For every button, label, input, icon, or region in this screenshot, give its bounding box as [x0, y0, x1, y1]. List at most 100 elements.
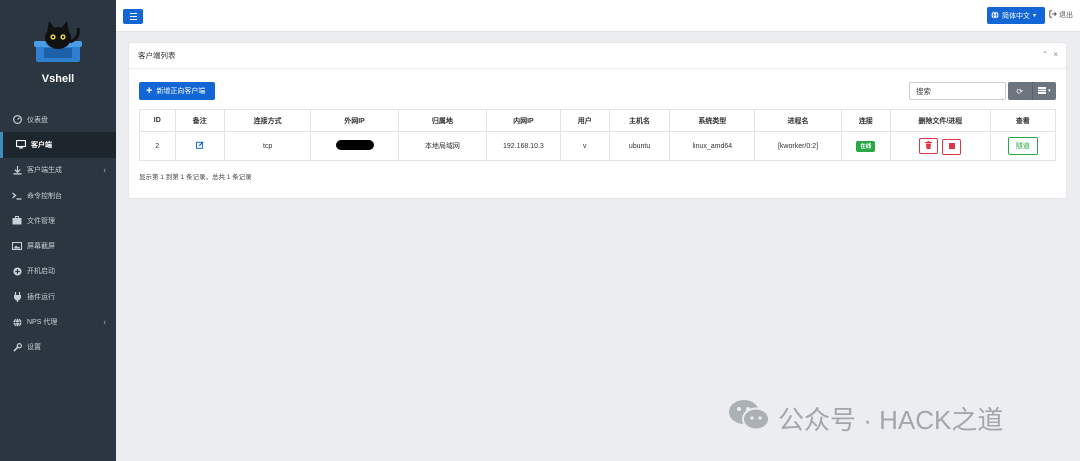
- cell-os-type: linux_amd64: [669, 131, 756, 161]
- logout-label: 退出: [1059, 12, 1073, 19]
- col-os-type[interactable]: 系统类型: [669, 109, 756, 132]
- sidebar-item-startup[interactable]: 开机启动: [0, 259, 116, 284]
- chevron-left-icon: ‹: [103, 317, 106, 327]
- card-tools: ⌃ ×: [1042, 50, 1058, 59]
- globe-icon: [991, 10, 999, 21]
- cell-internal-ip: 192.168.10.3: [486, 131, 561, 161]
- sidebar-item-label: 命令控制台: [27, 192, 62, 200]
- sidebar-item-screenshot[interactable]: 屏幕截屏: [0, 233, 116, 258]
- sidebar-item-label: 插件运行: [27, 293, 55, 301]
- table-tool-buttons: ⟳ ▾: [1008, 82, 1056, 100]
- sidebar-item-dashboard[interactable]: 仪表盘: [0, 107, 116, 132]
- cell-remark: [174, 131, 225, 161]
- caret-down-icon: ▾: [1033, 13, 1037, 19]
- sidebar-item-label: 设置: [27, 344, 41, 352]
- col-external-ip[interactable]: 外网IP: [310, 109, 399, 132]
- col-location[interactable]: 归属地: [397, 109, 488, 132]
- search-input[interactable]: 搜索: [909, 82, 1006, 100]
- chevron-left-icon: ‹: [103, 165, 106, 175]
- col-internal-ip[interactable]: 内网IP: [486, 109, 561, 132]
- sidebar-item-label: 开机启动: [27, 268, 55, 276]
- sidebar-nav: 仪表盘 客户端 客户端生成 ‹ 命令控制台 文件管理 屏幕截屏 开机启动 插件运…: [0, 107, 116, 360]
- language-dropdown[interactable]: 简体中文 ▾: [987, 7, 1045, 24]
- watermark: 公众号 · HACK之道: [728, 398, 1003, 439]
- table-header-row: ID 备注 连接方式 外网IP 归属地 内网IP 用户 主机名 系统类型 进程名…: [139, 109, 1057, 132]
- refresh-button[interactable]: ⟳: [1008, 82, 1032, 100]
- cell-process: [kworker/0:2]: [754, 131, 842, 161]
- caret-down-icon: ▾: [1047, 88, 1051, 94]
- sidebar-item-nps-proxy[interactable]: NPS 代理 ‹: [0, 309, 116, 334]
- close-icon[interactable]: ×: [1053, 50, 1058, 59]
- sidebar-item-clients[interactable]: 客户端: [0, 132, 116, 158]
- collapse-icon[interactable]: ⌃: [1042, 50, 1049, 59]
- col-user[interactable]: 用户: [559, 109, 610, 132]
- sidebar-item-label: NPS 代理: [27, 319, 58, 327]
- cell-id: 2: [139, 131, 176, 161]
- sidebar: Vshell 仪表盘 客户端 客户端生成 ‹ 命令控制台 文件管理 屏幕截屏 开…: [0, 0, 116, 461]
- tunnel-button[interactable]: 隧道: [1007, 137, 1038, 155]
- brand-name: Vshell: [41, 73, 75, 85]
- dashboard-icon: [12, 115, 22, 125]
- trash-icon: [925, 140, 933, 151]
- sidebar-item-label: 屏幕截屏: [27, 243, 55, 251]
- sidebar-item-label: 客户端生成: [27, 167, 62, 175]
- kill-process-button[interactable]: [942, 138, 962, 155]
- terminal-icon: [12, 191, 22, 201]
- plus-circle-icon: [12, 266, 22, 276]
- cell-user: v: [559, 131, 610, 161]
- stop-icon: [948, 142, 955, 151]
- sidebar-item-client-generate[interactable]: 客户端生成 ‹: [0, 158, 116, 183]
- logout-link[interactable]: 退出: [1049, 10, 1073, 20]
- status-badge: 在线: [856, 140, 876, 152]
- sidebar-item-command-console[interactable]: 命令控制台: [0, 183, 116, 208]
- sidebar-item-label: 客户端: [31, 141, 52, 149]
- sidebar-item-file-manager[interactable]: 文件管理: [0, 208, 116, 233]
- add-forward-client-button[interactable]: + 新增正向客户端: [139, 82, 215, 100]
- cell-location: 本地局域网: [397, 131, 488, 161]
- plug-icon: [12, 291, 22, 302]
- sidebar-item-label: 文件管理: [27, 217, 55, 225]
- briefcase-icon: [12, 216, 22, 226]
- sidebar-item-label: 仪表盘: [27, 116, 48, 124]
- cell-external-ip: [310, 131, 399, 161]
- menu-toggle-button[interactable]: [123, 9, 143, 24]
- sign-out-icon: [1049, 10, 1057, 20]
- cell-hostname: ubuntu: [608, 131, 671, 161]
- language-label: 简体中文: [1002, 12, 1030, 20]
- table-row: 2 tcp 本地局域网 192.168.10.3 v ubuntu linux_…: [139, 131, 1057, 161]
- wechat-icon: [728, 398, 770, 439]
- card-header: 客户端列表 ⌃ ×: [129, 43, 1066, 69]
- cell-view: 隧道: [989, 131, 1057, 161]
- redacted-ip: [335, 140, 374, 150]
- cell-connection: 在线: [840, 131, 892, 161]
- edit-icon[interactable]: [195, 141, 204, 151]
- delete-file-button[interactable]: [919, 137, 939, 154]
- client-list-card: 客户端列表 ⌃ × + 新增正向客户端 搜索 ⟳ ▾ ID 备注 连接方式 外网…: [128, 42, 1067, 199]
- top-navbar: 简体中文 ▾ 退出: [116, 0, 1080, 32]
- sidebar-item-settings[interactable]: 设置: [0, 335, 116, 360]
- add-forward-client-label: 新增正向客户端: [156, 88, 206, 95]
- card-title: 客户端列表: [138, 51, 176, 60]
- sidebar-item-plugin-run[interactable]: 插件运行: [0, 284, 116, 309]
- pagination-info: 显示第 1 到第 1 条记录，总共 1 条记录: [139, 174, 252, 181]
- desktop-icon: [16, 140, 26, 150]
- download-icon: [12, 165, 22, 175]
- cell-delete: [890, 131, 991, 161]
- columns-icon: [1037, 86, 1046, 96]
- col-hostname[interactable]: 主机名: [608, 109, 671, 132]
- col-conn-method[interactable]: 连接方式: [223, 109, 312, 132]
- wrench-icon: [12, 342, 22, 352]
- logo: [0, 14, 116, 74]
- hamburger-icon: [129, 13, 137, 15]
- image-icon: [12, 241, 22, 251]
- col-delete[interactable]: 删除文件/进程: [890, 109, 991, 132]
- col-remark[interactable]: 备注: [174, 109, 225, 132]
- watermark-text: 公众号 · HACK之道: [778, 405, 1004, 435]
- col-process[interactable]: 进程名: [754, 109, 842, 132]
- columns-toggle-button[interactable]: ▾: [1031, 82, 1057, 100]
- client-table: ID 备注 连接方式 外网IP 归属地 内网IP 用户 主机名 系统类型 进程名…: [139, 109, 1057, 161]
- col-view[interactable]: 查看: [989, 109, 1057, 132]
- refresh-icon: ⟳: [1016, 86, 1024, 96]
- col-connection[interactable]: 连接: [840, 109, 892, 132]
- col-id[interactable]: ID: [139, 109, 176, 132]
